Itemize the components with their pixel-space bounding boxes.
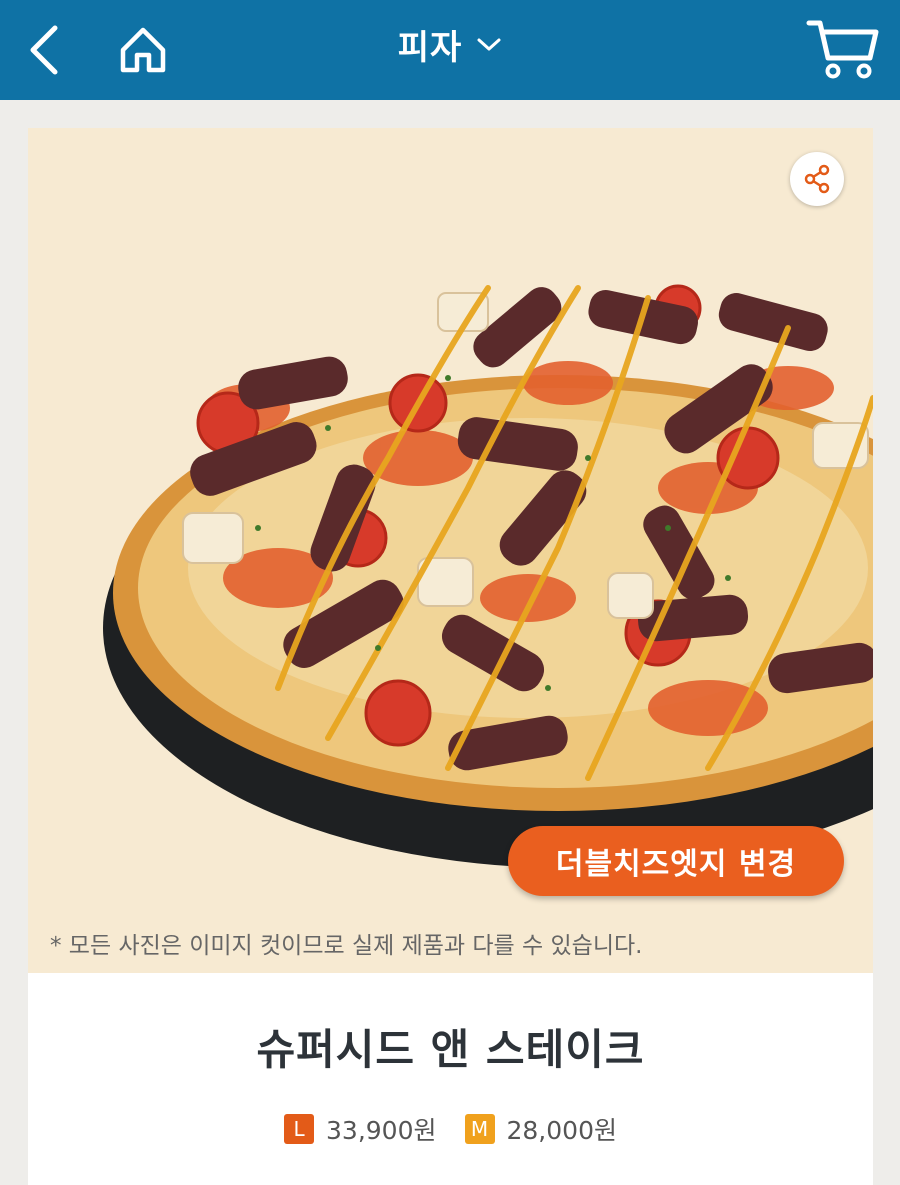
price-amount-m: 28,000원 (506, 1116, 617, 1145)
size-badge-l: L (284, 1114, 315, 1144)
chevron-left-icon (30, 25, 58, 75)
product-card: 더블치즈엣지 변경 * 모든 사진은 이미지 컷이므로 실제 제품과 다를 수 … (28, 128, 873, 1185)
price-large: L 33,900원 (284, 1111, 437, 1147)
page-title: 피자 (397, 27, 463, 68)
top-app-bar: 피자 (0, 0, 900, 100)
price-list: L 33,900원 M 28,000원 (28, 1111, 873, 1147)
category-dropdown[interactable]: 피자 (300, 0, 600, 88)
share-button[interactable] (790, 152, 844, 206)
back-button[interactable] (10, 0, 80, 100)
cart-button[interactable] (798, 0, 888, 100)
home-icon (120, 27, 165, 73)
size-badge-m: M (464, 1114, 495, 1144)
image-disclaimer: * 모든 사진은 이미지 컷이므로 실제 제품과 다를 수 있습니다. (50, 933, 643, 959)
home-button[interactable] (105, 0, 180, 100)
pizza-photo: 더블치즈엣지 변경 * 모든 사진은 이미지 컷이므로 실제 제품과 다를 수 … (28, 128, 873, 973)
price-medium: M 28,000원 (464, 1111, 617, 1147)
cart-icon (806, 20, 879, 79)
share-icon (804, 164, 830, 194)
change-edge-button[interactable]: 더블치즈엣지 변경 (508, 826, 844, 896)
product-name: 슈퍼시드 앤 스테이크 (256, 1025, 645, 1074)
chevron-down-icon (477, 38, 501, 51)
price-amount-l: 33,900원 (326, 1116, 437, 1145)
